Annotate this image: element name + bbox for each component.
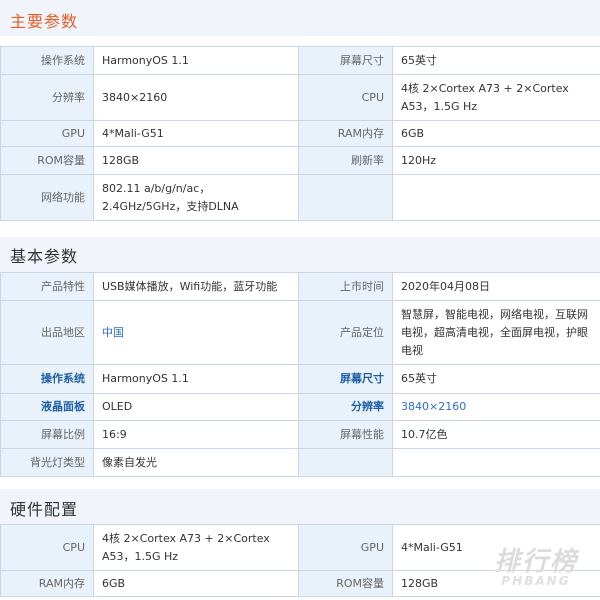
spec-label: 屏幕比例 — [0, 420, 94, 449]
spec-label: 网络功能 — [0, 174, 94, 221]
section-title-main: 主要参数 — [10, 12, 79, 31]
spec-value — [392, 448, 600, 477]
spec-value: 128GB — [93, 146, 299, 175]
spec-value: 智慧屏，智能电视，网络电视，互联网电视，超高清电视，全面屏电视，护眼电视 — [392, 300, 600, 365]
table-row: 网络功能 802.11 a/b/g/n/ac，2.4GHz/5GHz，支持DLN… — [0, 174, 600, 221]
spec-label: 屏幕尺寸 — [298, 364, 393, 394]
spec-value: 16:9 — [93, 420, 299, 449]
spec-label: 分辨率 — [298, 393, 393, 421]
spec-table-main: 操作系统 HarmonyOS 1.1 屏幕尺寸 65英寸 分辨率 3840×21… — [0, 46, 600, 221]
watermark-text: 排行榜 — [493, 547, 578, 577]
table-row: 背光灯类型 像素自发光 — [0, 448, 600, 477]
spec-label: CPU — [0, 524, 94, 571]
spec-label: 上市时间 — [298, 272, 393, 301]
spec-label: 产品特性 — [0, 272, 94, 301]
spec-label: 屏幕尺寸 — [298, 46, 393, 75]
section-title-hardware: 硬件配置 — [10, 500, 79, 519]
spec-value: 6GB — [93, 570, 299, 597]
spec-value: 65英寸 — [392, 364, 600, 394]
spec-label: CPU — [298, 74, 393, 121]
spec-value: 10.7亿色 — [392, 420, 600, 449]
spec-value: 3840×2160 — [93, 74, 299, 121]
watermark-subtext: PHBANG — [501, 574, 571, 588]
spec-label: 屏幕性能 — [298, 420, 393, 449]
spec-value: OLED — [93, 393, 299, 421]
spec-value: 像素自发光 — [93, 448, 299, 477]
spec-label: 操作系统 — [0, 364, 94, 394]
table-row: 分辨率 3840×2160 CPU 4核 2×Cortex A73 + 2×Co… — [0, 74, 600, 121]
spec-label: GPU — [0, 120, 94, 147]
spec-label: 操作系统 — [0, 46, 94, 75]
section-title-basic: 基本参数 — [10, 247, 79, 266]
table-row: 出品地区 中国 产品定位 智慧屏，智能电视，网络电视，互联网电视，超高清电视，全… — [0, 300, 600, 365]
section-header-basic: 基本参数 — [0, 237, 600, 273]
section-header-main: 主要参数 — [0, 0, 600, 36]
table-row: 屏幕比例 16:9 屏幕性能 10.7亿色 — [0, 420, 600, 449]
spec-label: ROM容量 — [0, 146, 94, 175]
spec-value: HarmonyOS 1.1 — [93, 364, 299, 394]
spec-value: 120Hz — [392, 146, 600, 175]
spec-label: 背光灯类型 — [0, 448, 94, 477]
watermark-logo: 排行榜 PHBANG — [494, 541, 578, 588]
spec-label: 出品地区 — [0, 300, 94, 365]
spec-label: RAM内存 — [0, 570, 94, 597]
spec-label: 产品定位 — [298, 300, 393, 365]
spec-value: USB媒体播放，Wifi功能，蓝牙功能 — [93, 272, 299, 301]
spec-value: 4核 2×Cortex A73 + 2×Cortex A53，1.5G Hz — [93, 524, 299, 571]
spec-value: 4核 2×Cortex A73 + 2×Cortex A53，1.5G Hz — [392, 74, 600, 121]
resolution-link[interactable]: 3840×2160 — [392, 393, 600, 421]
spec-value: 6GB — [392, 120, 600, 147]
spec-label — [298, 448, 393, 477]
table-row: GPU 4*Mali-G51 RAM内存 6GB — [0, 120, 600, 147]
spec-table-basic: 产品特性 USB媒体播放，Wifi功能，蓝牙功能 上市时间 2020年04月08… — [0, 272, 600, 477]
spec-label: 液晶面板 — [0, 393, 94, 421]
spec-value: HarmonyOS 1.1 — [93, 46, 299, 75]
table-row: 操作系统 HarmonyOS 1.1 屏幕尺寸 65英寸 — [0, 46, 600, 75]
table-row: 液晶面板 OLED 分辨率 3840×2160 — [0, 393, 600, 421]
table-row: 操作系统 HarmonyOS 1.1 屏幕尺寸 65英寸 — [0, 364, 600, 394]
spec-label: GPU — [298, 524, 393, 571]
spec-value: 65英寸 — [392, 46, 600, 75]
spec-label: RAM内存 — [298, 120, 393, 147]
region-link[interactable]: 中国 — [93, 300, 299, 365]
spec-label: ROM容量 — [298, 570, 393, 597]
spec-value — [392, 174, 600, 221]
spec-value: 4*Mali-G51 — [93, 120, 299, 147]
section-header-hardware: 硬件配置 — [0, 489, 600, 525]
spec-value: 802.11 a/b/g/n/ac，2.4GHz/5GHz，支持DLNA — [93, 174, 299, 221]
table-row: ROM容量 128GB 刷新率 120Hz — [0, 146, 600, 175]
spec-label: 刷新率 — [298, 146, 393, 175]
spec-label — [298, 174, 393, 221]
spec-label: 分辨率 — [0, 74, 94, 121]
spec-value: 2020年04月08日 — [392, 272, 600, 301]
table-row: 产品特性 USB媒体播放，Wifi功能，蓝牙功能 上市时间 2020年04月08… — [0, 272, 600, 301]
